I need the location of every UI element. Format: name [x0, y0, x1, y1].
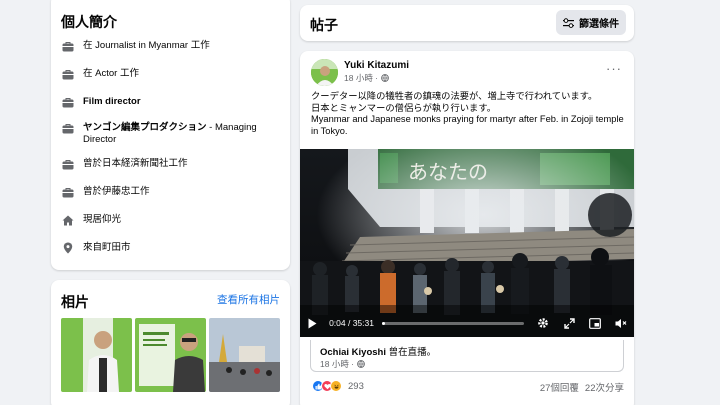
- posts-header-card: 帖子 篩選條件: [300, 5, 634, 41]
- intro-list: 在 Journalist in Myanmar 工作 在 Actor 工作 Fi…: [61, 40, 286, 270]
- intro-item-link[interactable]: 伊藤忠: [102, 186, 131, 197]
- more-options-button[interactable]: ···: [606, 61, 622, 76]
- expand-icon[interactable]: [563, 316, 576, 330]
- post-text-line: Myanmar and Japanese monks praying for m…: [311, 114, 624, 136]
- intro-item-work-yangon: ヤンゴン編集プロダクション - Managing Director: [61, 122, 286, 158]
- seek-bar[interactable]: [381, 321, 524, 325]
- briefcase-icon: [61, 96, 75, 108]
- intro-title: 個人簡介: [61, 14, 117, 30]
- filter-button[interactable]: 篩選條件: [556, 10, 626, 35]
- globe-icon: [381, 74, 389, 82]
- comments-count[interactable]: 27個回覆: [540, 380, 579, 394]
- play-button[interactable]: [306, 316, 319, 330]
- globe-icon: [357, 360, 365, 368]
- briefcase-icon: [61, 68, 75, 80]
- post-timestamp[interactable]: 18 小時 ·: [344, 72, 389, 84]
- post-text-line: 日本とミャンマーの僧侶らが執り行います。: [311, 102, 497, 113]
- post-card: Yuki Kitazumi 18 小時 · ··· クーデター以降の犠牲者の鎮魂…: [300, 51, 634, 405]
- volume-muted-icon[interactable]: [615, 316, 628, 330]
- intro-item-link[interactable]: 町田市: [102, 242, 131, 253]
- avatar[interactable]: [311, 59, 338, 86]
- shares-count[interactable]: 22次分享: [585, 380, 624, 394]
- intro-item-from: 來自町田市: [61, 242, 286, 270]
- intro-item-work-itochu: 曾於伊藤忠工作: [61, 186, 286, 214]
- shared-live-info: Ochiai Kiyoshi 曾在直播。 18 小時 ·: [310, 340, 624, 372]
- intro-item-link[interactable]: 日本経済新聞社: [102, 158, 169, 169]
- intro-item-work-journalist: 在 Journalist in Myanmar 工作: [61, 40, 286, 68]
- reactions-summary[interactable]: 293: [312, 380, 364, 392]
- post-text-line: クーデター以降の犠牲者の鎮魂の法要が、増上寺で行われています。: [311, 91, 598, 101]
- location-pin-icon: [61, 242, 75, 254]
- intro-card: 個人簡介 在 Journalist in Myanmar 工作 在 Actor …: [51, 0, 290, 270]
- briefcase-icon: [61, 40, 75, 52]
- filter-sliders-icon: [563, 17, 574, 28]
- video-controls: 0:04 / 35:31: [300, 309, 634, 337]
- photos-title: 相片: [61, 294, 89, 310]
- seek-bar-progress: [381, 321, 385, 325]
- intro-item-work-film: Film director: [61, 96, 286, 122]
- intro-item-lives-in: 現居仰光: [61, 214, 286, 242]
- shared-by-name[interactable]: Ochiai Kiyoshi: [320, 347, 386, 358]
- shared-timestamp[interactable]: 18 小時 ·: [320, 358, 365, 370]
- intro-item-link[interactable]: ヤンゴン編集プロダクション: [83, 122, 207, 133]
- intro-item-link[interactable]: Actor: [95, 68, 117, 79]
- post-stats: 27個回覆 22次分享: [540, 380, 624, 394]
- post-author-name[interactable]: Yuki Kitazumi: [344, 60, 409, 71]
- post-text: クーデター以降の犠牲者の鎮魂の法要が、増上寺で行われています。 日本とミャンマー…: [311, 91, 629, 137]
- settings-gear-icon[interactable]: [537, 316, 550, 330]
- video-player[interactable]: あなたの: [300, 149, 634, 337]
- see-all-photos-link[interactable]: 查看所有相片: [217, 292, 280, 307]
- briefcase-icon: [61, 186, 75, 198]
- reaction-count: 293: [348, 380, 364, 392]
- filter-label: 篩選條件: [579, 19, 619, 30]
- photo-thumbnail[interactable]: [135, 318, 206, 392]
- intro-item-link[interactable]: Journalist in Myanmar: [95, 40, 188, 51]
- photos-card: 相片 查看所有相片: [51, 280, 290, 405]
- haha-reaction-icon: [330, 380, 342, 392]
- intro-item-work-nikkei: 曾於日本経済新聞社工作: [61, 158, 286, 186]
- shared-by-line: Ochiai Kiyoshi 曾在直播。: [320, 347, 437, 358]
- intro-item-link[interactable]: 仰光: [102, 214, 121, 225]
- photo-thumbnail[interactable]: [209, 318, 280, 392]
- briefcase-icon: [61, 122, 75, 134]
- video-time: 0:04 / 35:31: [329, 318, 374, 328]
- home-icon: [61, 214, 75, 226]
- posts-title: 帖子: [310, 17, 338, 33]
- intro-item-text: Film director: [83, 96, 141, 107]
- briefcase-icon: [61, 158, 75, 170]
- photo-thumbnail[interactable]: [61, 318, 132, 392]
- picture-in-picture-icon[interactable]: [589, 316, 602, 330]
- intro-item-work-actor: 在 Actor 工作: [61, 68, 286, 96]
